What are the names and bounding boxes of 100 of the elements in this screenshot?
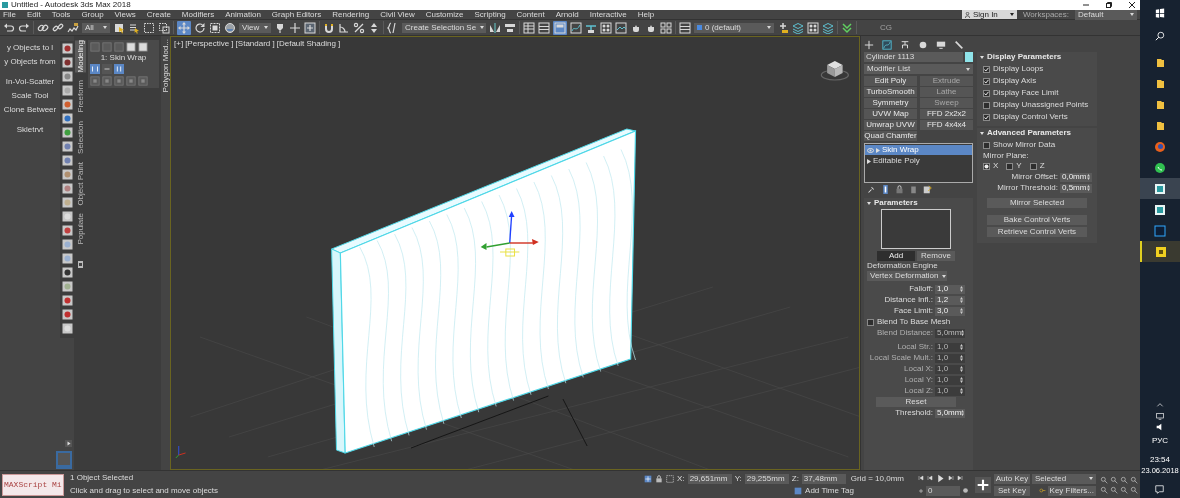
network-icon[interactable] xyxy=(1156,411,1164,420)
viewport-label[interactable]: [Default Shading ] xyxy=(276,40,341,48)
prev-frame-icon[interactable] xyxy=(927,475,933,481)
radio-button[interactable] xyxy=(1029,162,1037,170)
modifier-button[interactable]: TurboSmooth xyxy=(864,87,917,97)
selection-set-dropdown[interactable]: Create Selection Se xyxy=(402,22,486,33)
modifier-button[interactable]: Edit Poly xyxy=(864,76,917,86)
list-cursor-icon[interactable] xyxy=(128,21,140,34)
spheres-grid-icon[interactable] xyxy=(600,21,612,34)
ribbon-button[interactable] xyxy=(553,20,567,35)
menu-item[interactable]: Customize xyxy=(425,10,464,19)
rollout-button[interactable]: Mirror Selected xyxy=(987,198,1087,208)
restore-icon[interactable] xyxy=(1106,2,1112,8)
spinner-arrows-icon[interactable] xyxy=(961,330,965,336)
maxscript-field[interactable]: MAXScript Mi xyxy=(2,473,64,496)
menu-item[interactable]: Modifiers xyxy=(181,10,215,19)
modifier-button[interactable]: Quad Chamfer xyxy=(864,131,917,141)
menu-item[interactable]: Rendering xyxy=(332,10,370,19)
spinner-arrows-icon[interactable] xyxy=(960,366,963,372)
stacked-layers-icon[interactable] xyxy=(792,21,804,34)
collapse-arrow-icon[interactable] xyxy=(980,55,984,59)
tool-tile-icon[interactable] xyxy=(61,295,73,306)
configure-icon[interactable] xyxy=(923,185,932,194)
layers-icon[interactable] xyxy=(538,21,550,34)
rollout-button[interactable]: Reset xyxy=(876,397,956,407)
minimize-icon[interactable] xyxy=(1083,2,1089,8)
menu-item[interactable]: File xyxy=(3,10,16,19)
tool-tile-icon[interactable] xyxy=(61,169,73,180)
time-tag-button[interactable]: Add Time Tag xyxy=(805,487,854,495)
go-start-icon[interactable] xyxy=(918,475,924,481)
spinner-arrows-icon[interactable] xyxy=(960,355,963,361)
menu-item[interactable]: Arnold xyxy=(555,10,579,19)
ribbon-tab[interactable]: Populate xyxy=(74,213,86,245)
set-key-plus-icon[interactable] xyxy=(975,476,991,493)
key-filters-button[interactable]: Key Filters... xyxy=(1047,485,1096,496)
speaker-icon[interactable] xyxy=(1156,422,1164,431)
radio-button[interactable] xyxy=(1006,162,1014,170)
checkbox[interactable] xyxy=(983,141,990,149)
braces-icon[interactable] xyxy=(387,21,399,34)
pin-icon[interactable] xyxy=(867,185,876,194)
modifier-button[interactable]: Unwrap UVW xyxy=(864,120,917,130)
spinner-arrows-icon[interactable] xyxy=(961,410,965,416)
tool-tile-icon[interactable] xyxy=(61,141,73,152)
notification-icon[interactable] xyxy=(1155,485,1165,494)
tool-tile-icon[interactable] xyxy=(61,267,73,278)
tool-tile-icon[interactable] xyxy=(61,71,73,82)
box-icon[interactable] xyxy=(138,42,148,52)
menu-item[interactable]: Help xyxy=(637,10,655,19)
menu-item[interactable]: Animation xyxy=(225,10,261,19)
lock-icon[interactable] xyxy=(655,475,664,483)
tool-tile-icon[interactable] xyxy=(61,253,73,264)
spinner-arrows-icon[interactable] xyxy=(960,388,963,394)
remove-button[interactable]: Remove xyxy=(917,251,955,261)
layer-dropdown[interactable]: 0 (default) xyxy=(694,22,774,33)
menu-item[interactable]: Scripting xyxy=(474,10,506,19)
checkbox[interactable] xyxy=(867,318,874,326)
render-frame-icon[interactable] xyxy=(615,21,627,34)
collapse-arrow-icon[interactable] xyxy=(867,201,871,205)
broken-chain-icon[interactable] xyxy=(52,21,64,34)
menu-item[interactable]: Create xyxy=(146,10,171,19)
monitor-icon[interactable] xyxy=(936,40,946,50)
tool-tile-icon[interactable] xyxy=(61,197,73,208)
square-tile-icon[interactable] xyxy=(56,451,72,469)
rotate-icon[interactable] xyxy=(194,21,206,34)
clock-time[interactable]: 23:54 xyxy=(1149,455,1170,464)
play-icon[interactable] xyxy=(65,440,72,447)
modifier-button[interactable]: FFD 2x2x2 xyxy=(920,109,973,119)
spinner-icon[interactable] xyxy=(368,21,380,34)
close-icon[interactable] xyxy=(1129,2,1135,8)
rollout-button[interactable]: Bake Control Verts xyxy=(987,215,1087,225)
ribbon-tab[interactable]: Object Paint xyxy=(74,161,86,206)
spinner-arrows-icon[interactable] xyxy=(960,344,963,350)
viewport-label[interactable]: [Perspective ] xyxy=(185,40,234,48)
move-button[interactable] xyxy=(177,20,191,35)
ribbon-tab[interactable]: Freeform xyxy=(74,80,86,113)
menu-item[interactable]: Interactive xyxy=(589,10,627,19)
filter-dropdown[interactable]: All xyxy=(82,22,110,33)
layers-icon[interactable] xyxy=(679,21,691,34)
lock-icon[interactable] xyxy=(895,185,904,194)
tool-tile-icon[interactable] xyxy=(61,281,73,292)
modifier-stack-list[interactable]: Skin Wrap Editable Poly xyxy=(864,143,973,183)
browser-icon[interactable] xyxy=(1154,140,1166,153)
move-gizmo-drawing[interactable] xyxy=(480,211,539,257)
four-squares-icon[interactable] xyxy=(660,21,672,34)
tool-tile-icon[interactable] xyxy=(61,43,73,54)
spinner-field[interactable]: 5,0mm xyxy=(935,408,965,418)
spinner-arrows-icon[interactable] xyxy=(1087,174,1090,180)
play-icon[interactable] xyxy=(936,473,945,483)
spinner-field[interactable]: 0,0mm xyxy=(1060,172,1092,182)
folder-icon[interactable] xyxy=(1154,119,1166,132)
menu-item[interactable]: Views xyxy=(114,10,136,19)
rollout-title[interactable]: Display Parameters xyxy=(987,53,1062,61)
menu-item[interactable]: Group xyxy=(81,10,104,19)
checkbox[interactable] xyxy=(983,101,990,109)
spinner-field[interactable]: 3,0 xyxy=(935,306,965,316)
set-key-button[interactable]: Set Key xyxy=(994,485,1030,496)
color-swatch-icon[interactable] xyxy=(965,52,973,62)
stacked-layers-icon[interactable] xyxy=(822,21,834,34)
table-icon[interactable] xyxy=(523,21,535,34)
rollout-button[interactable]: Retrieve Control Verts xyxy=(987,227,1087,237)
